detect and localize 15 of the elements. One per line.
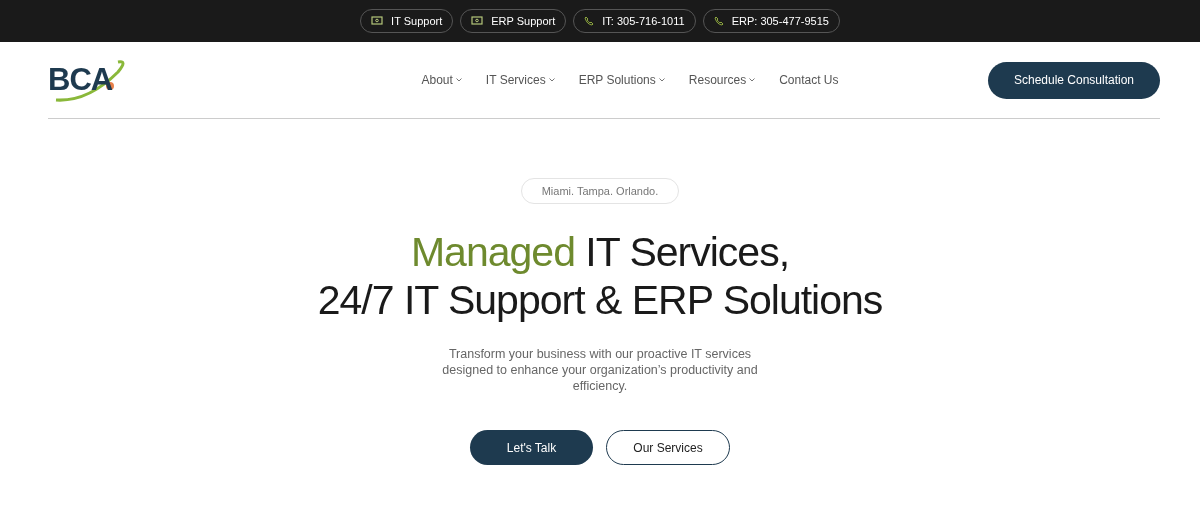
hero-button[interactable]: Our Services (606, 430, 730, 465)
nav-link[interactable]: ERP Solutions (578, 73, 665, 87)
phone-icon (584, 16, 595, 26)
laptop-icon (371, 16, 384, 26)
nav-link[interactable]: About (421, 73, 462, 87)
phone-icon (713, 16, 724, 26)
hero-description: Transform your business with our proactive IT services designed to enhance your organization’s productivity and efficiency. (441, 346, 759, 394)
hero-title: Managed IT Services, 24/7 IT Support & ERP Solutions (317, 228, 883, 324)
nav-link[interactable]: Contact Us (779, 73, 839, 87)
nav-link[interactable]: Resources (688, 73, 756, 87)
hero-button[interactable]: Let's Talk (470, 430, 593, 465)
laptop-icon (471, 16, 484, 26)
logo[interactable]: BCA (48, 56, 132, 104)
schedule-consultation-button[interactable]: Schedule Consultation (988, 61, 1160, 99)
nav-link[interactable]: IT Services (485, 73, 555, 87)
